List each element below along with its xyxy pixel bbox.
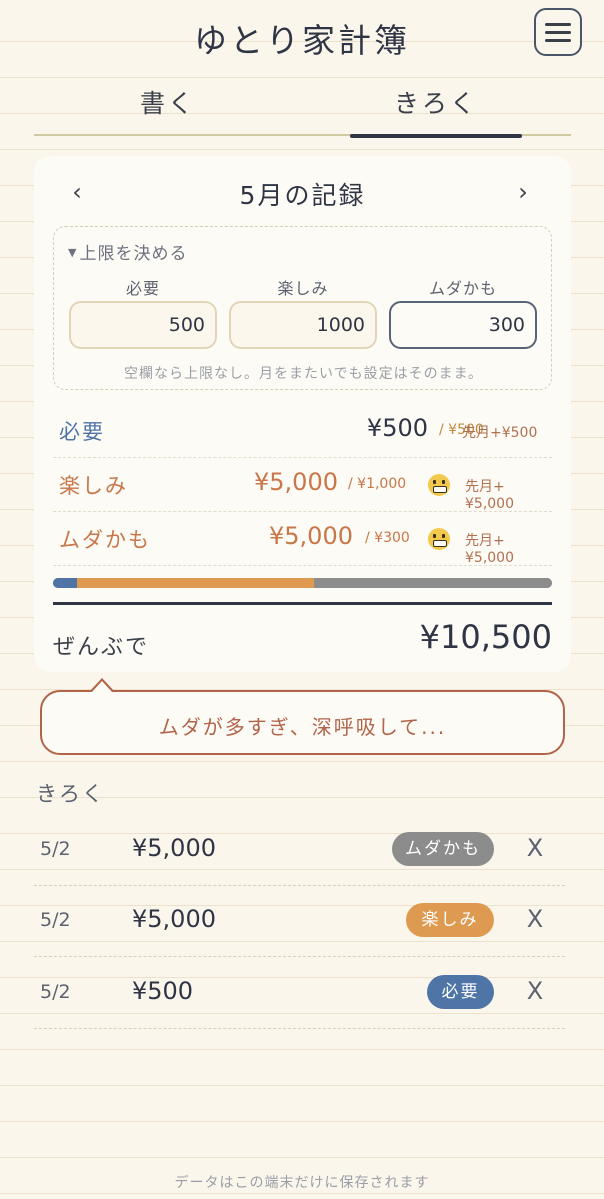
record-amount: ¥500	[132, 977, 194, 1005]
spending-breakdown-bar	[53, 578, 552, 588]
grimacing-face-icon	[428, 474, 450, 496]
record-row: 5/2 ¥5,000 楽しみ X	[34, 885, 565, 957]
limit-settings-panel: ▼上限を決める 必要 楽しみ ムダかも 空欄なら上限なし。月をまたいでも設定はそ…	[53, 226, 552, 390]
record-amount: ¥5,000	[132, 905, 216, 933]
next-month-chevron-icon[interactable]: ›	[508, 178, 538, 206]
record-amount: ¥5,000	[132, 834, 216, 862]
tab-bar: 書く きろく	[34, 84, 571, 138]
breakdown-segment-必要	[53, 578, 77, 588]
tab-record[interactable]: きろく	[350, 84, 522, 138]
delete-record-close-icon[interactable]: X	[520, 901, 550, 937]
limit-hint: 空欄なら上限なし。月をまたいでも設定はそのまま。	[123, 366, 484, 382]
limit-toggle-label: 上限を決める	[79, 244, 188, 264]
limit-label-need: 必要	[125, 279, 160, 298]
record-row: 5/2 ¥5,000 ムダかも X	[34, 814, 565, 886]
category-limit: / ¥1,000	[348, 476, 407, 492]
breakdown-segment-ムダかも	[314, 578, 552, 588]
hamburger-menu-icon	[545, 22, 571, 26]
breakdown-segment-楽しみ	[76, 578, 315, 588]
record-row: 5/2 ¥500 必要 X	[34, 957, 565, 1029]
record-tag: 必要	[427, 975, 494, 1009]
grimacing-face-icon	[428, 528, 450, 550]
limit-label-fun: 楽しみ	[277, 279, 329, 298]
month-navigation: ‹ 5月の記録 ›	[34, 174, 571, 214]
advice-bubble: ムダが多すぎ、深呼吸して...	[40, 678, 565, 755]
app-title: ゆとり家計簿	[194, 21, 410, 60]
limit-label-waste: ムダかも	[428, 279, 497, 298]
category-prev-month: 先月+¥5,000	[465, 533, 514, 566]
record-tag: 楽しみ	[406, 903, 494, 937]
category-amount: ¥500	[366, 414, 428, 442]
category-amount: ¥5,000	[269, 522, 353, 550]
delete-record-close-icon[interactable]: X	[520, 830, 550, 866]
triangle-down-icon: ▼	[68, 246, 78, 259]
category-prev-month: 先月+¥5,000	[465, 479, 514, 512]
hamburger-menu-button[interactable]	[534, 8, 582, 56]
total-label: ぜんぶで	[53, 635, 150, 660]
category-amount: ¥5,000	[254, 468, 338, 496]
monthly-summary-card: ‹ 5月の記録 › ▼上限を決める 必要 楽しみ ムダかも 空欄なら上限なし。月…	[34, 156, 571, 672]
advice-message: ムダが多すぎ、深呼吸して...	[158, 715, 447, 739]
record-date: 5/2	[40, 981, 71, 1003]
category-row-need: 必要 ¥500 / ¥500 先月+¥500	[53, 404, 552, 458]
app-header: ゆとり家計簿	[0, 0, 604, 80]
delete-record-close-icon[interactable]: X	[520, 973, 550, 1009]
category-name: 必要	[59, 420, 105, 444]
total-value: ¥10,500	[419, 618, 552, 656]
limit-input-waste[interactable]	[389, 301, 537, 349]
record-date: 5/2	[40, 909, 71, 931]
category-row-waste: ムダかも ¥5,000 / ¥300 先月+¥5,000	[53, 512, 552, 566]
category-prev-month: 先月+¥500	[462, 425, 538, 441]
limit-input-need[interactable]	[69, 301, 217, 349]
tab-write[interactable]: 書く	[34, 84, 302, 136]
category-name: 楽しみ	[59, 474, 128, 498]
records-title: きろく	[36, 782, 105, 806]
limit-input-fun[interactable]	[229, 301, 377, 349]
total-divider	[53, 602, 552, 605]
category-row-fun: 楽しみ ¥5,000 / ¥1,000 先月+¥5,000	[53, 458, 552, 512]
category-name: ムダかも	[59, 528, 151, 552]
limit-toggle[interactable]: ▼ 上限を決める	[68, 239, 187, 264]
footer-note: データはこの端末だけに保存されます	[174, 1175, 430, 1191]
record-date: 5/2	[40, 838, 71, 860]
record-tag: ムダかも	[392, 832, 494, 866]
month-title: 5月の記録	[239, 181, 366, 210]
category-limit: / ¥300	[365, 530, 410, 546]
